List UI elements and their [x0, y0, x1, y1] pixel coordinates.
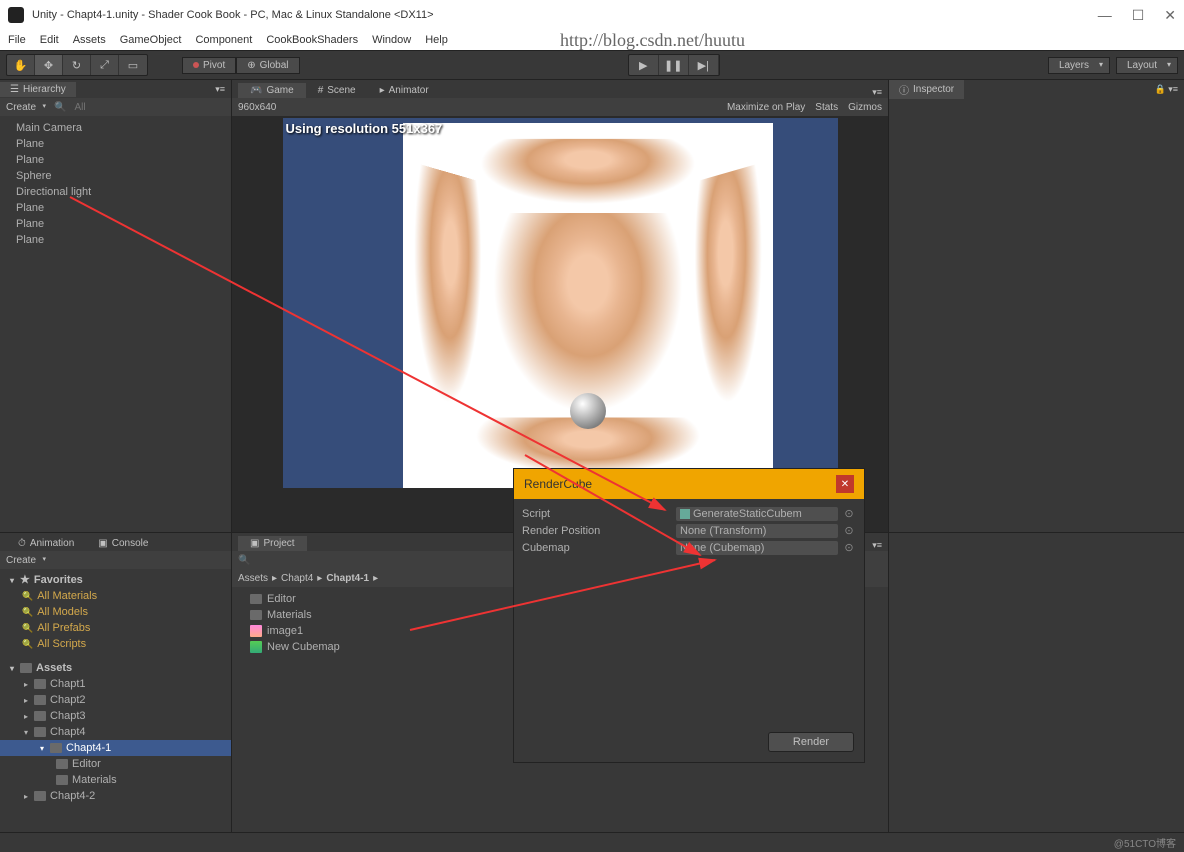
project-right-spacer: [888, 532, 1184, 832]
menu-window[interactable]: Window: [372, 34, 411, 46]
folder-item[interactable]: Materials: [0, 772, 231, 788]
dialog-field-value[interactable]: None (Transform): [676, 524, 838, 538]
assets-header[interactable]: Assets: [0, 660, 231, 676]
resolution-dropdown[interactable]: 960x640: [238, 102, 276, 113]
menu-edit[interactable]: Edit: [40, 34, 59, 46]
hierarchy-create-button[interactable]: Create: [6, 102, 46, 113]
breadcrumb-segment[interactable]: Chapt4: [281, 573, 313, 584]
titlebar: Unity - Chapt4-1.unity - Shader Cook Boo…: [0, 0, 1184, 30]
tab-animator[interactable]: ▸ Animator: [368, 83, 441, 98]
pivot-button[interactable]: Pivot: [182, 57, 236, 74]
move-tool[interactable]: ✥: [35, 55, 63, 75]
pause-button[interactable]: ❚❚: [659, 55, 689, 75]
hierarchy-tab[interactable]: ☰ Hierarchy: [0, 82, 76, 97]
tab-scene[interactable]: # Scene: [306, 83, 368, 98]
breadcrumb-segment[interactable]: Assets: [238, 573, 268, 584]
cubemap-render: [403, 123, 773, 488]
minimize-button[interactable]: —: [1098, 7, 1112, 24]
tab-project[interactable]: ▣ Project: [238, 536, 307, 551]
watermark: @51CTO博客: [1114, 835, 1176, 850]
dialog-field-value[interactable]: GenerateStaticCubem: [676, 507, 838, 521]
menu-gameobject[interactable]: GameObject: [120, 34, 182, 46]
object-picker-icon[interactable]: ⊙: [842, 541, 856, 554]
object-picker-icon[interactable]: ⊙: [842, 507, 856, 520]
hierarchy-item[interactable]: Plane: [0, 232, 231, 248]
window-title: Unity - Chapt4-1.unity - Shader Cook Boo…: [32, 9, 434, 21]
folder-item[interactable]: Chapt1: [0, 676, 231, 692]
blog-url-overlay: http://blog.csdn.net/huutu: [560, 30, 745, 51]
hierarchy-item[interactable]: Plane: [0, 152, 231, 168]
statusbar: [0, 832, 1184, 852]
favorites-header[interactable]: ★ Favorites: [0, 571, 231, 588]
dialog-close-button[interactable]: ✕: [836, 475, 854, 493]
toolbar: ✋ ✥ ↻ ⤢ ▭ Pivot ⊕ Global ▶ ❚❚ ▶| Layers …: [0, 50, 1184, 80]
project-create-button[interactable]: Create: [6, 555, 46, 566]
folder-chapt4[interactable]: Chapt4: [0, 724, 231, 740]
dialog-title: RenderCube: [524, 477, 592, 491]
hierarchy-item[interactable]: Plane: [0, 216, 231, 232]
dialog-field-row: Render PositionNone (Transform)⊙: [522, 522, 856, 539]
global-button[interactable]: ⊕ Global: [236, 57, 299, 74]
play-button[interactable]: ▶: [629, 55, 659, 75]
folder-item[interactable]: Editor: [0, 756, 231, 772]
project-sidebar: ⏱ Animation ▣ Console Create ★ Favorites…: [0, 532, 232, 832]
dialog-field-row: ScriptGenerateStaticCubem⊙: [522, 505, 856, 522]
breadcrumb-segment[interactable]: Chapt4-1: [326, 573, 369, 584]
layout-dropdown[interactable]: Layout: [1116, 57, 1178, 74]
sphere-object: [570, 393, 606, 429]
favorite-item[interactable]: All Scripts: [0, 636, 231, 652]
stats-toggle[interactable]: Stats: [815, 102, 838, 113]
menu-assets[interactable]: Assets: [73, 34, 106, 46]
menu-file[interactable]: File: [8, 34, 26, 46]
tab-console[interactable]: ▣ Console: [86, 536, 160, 551]
hierarchy-item[interactable]: Plane: [0, 200, 231, 216]
maximize-button[interactable]: ☐: [1132, 7, 1145, 24]
unity-logo-icon: [8, 7, 24, 23]
scale-tool[interactable]: ⤢: [91, 55, 119, 75]
dialog-field-value[interactable]: None (Cubemap): [676, 541, 838, 555]
tab-animation[interactable]: ⏱ Animation: [6, 536, 86, 551]
layers-dropdown[interactable]: Layers: [1048, 57, 1110, 74]
hierarchy-item[interactable]: Sphere: [0, 168, 231, 184]
search-icon[interactable]: 🔍: [54, 102, 66, 113]
hierarchy-item[interactable]: Directional light: [0, 184, 231, 200]
favorite-item[interactable]: All Materials: [0, 588, 231, 604]
hand-tool[interactable]: ✋: [7, 55, 35, 75]
menu-help[interactable]: Help: [425, 34, 448, 46]
folder-item[interactable]: Chapt3: [0, 708, 231, 724]
close-button[interactable]: ✕: [1164, 7, 1176, 24]
hierarchy-item[interactable]: Plane: [0, 136, 231, 152]
search-placeholder: All: [74, 102, 85, 113]
rotate-tool[interactable]: ↻: [63, 55, 91, 75]
resolution-label: Using resolution 551x367: [286, 121, 443, 136]
inspector-tab[interactable]: ⓘ Inspector: [889, 80, 964, 99]
folder-item[interactable]: Chapt2: [0, 692, 231, 708]
object-picker-icon[interactable]: ⊙: [842, 524, 856, 537]
tab-game[interactable]: 🎮 Game: [238, 83, 306, 98]
dialog-field-row: CubemapNone (Cubemap)⊙: [522, 539, 856, 556]
maximize-toggle[interactable]: Maximize on Play: [727, 102, 805, 113]
render-button[interactable]: Render: [768, 732, 854, 752]
rendercube-dialog: RenderCube ✕ ScriptGenerateStaticCubem⊙R…: [513, 468, 865, 763]
menu-cookbook[interactable]: CookBookShaders: [266, 34, 358, 46]
hierarchy-item[interactable]: Main Camera: [0, 120, 231, 136]
rect-tool[interactable]: ▭: [119, 55, 147, 75]
folder-chapt4-2[interactable]: Chapt4-2: [0, 788, 231, 804]
gizmos-toggle[interactable]: Gizmos: [848, 102, 882, 113]
favorite-item[interactable]: All Models: [0, 604, 231, 620]
menu-component[interactable]: Component: [195, 34, 252, 46]
favorite-item[interactable]: All Prefabs: [0, 620, 231, 636]
folder-chapt4-1[interactable]: Chapt4-1: [0, 740, 231, 756]
step-button[interactable]: ▶|: [689, 55, 719, 75]
